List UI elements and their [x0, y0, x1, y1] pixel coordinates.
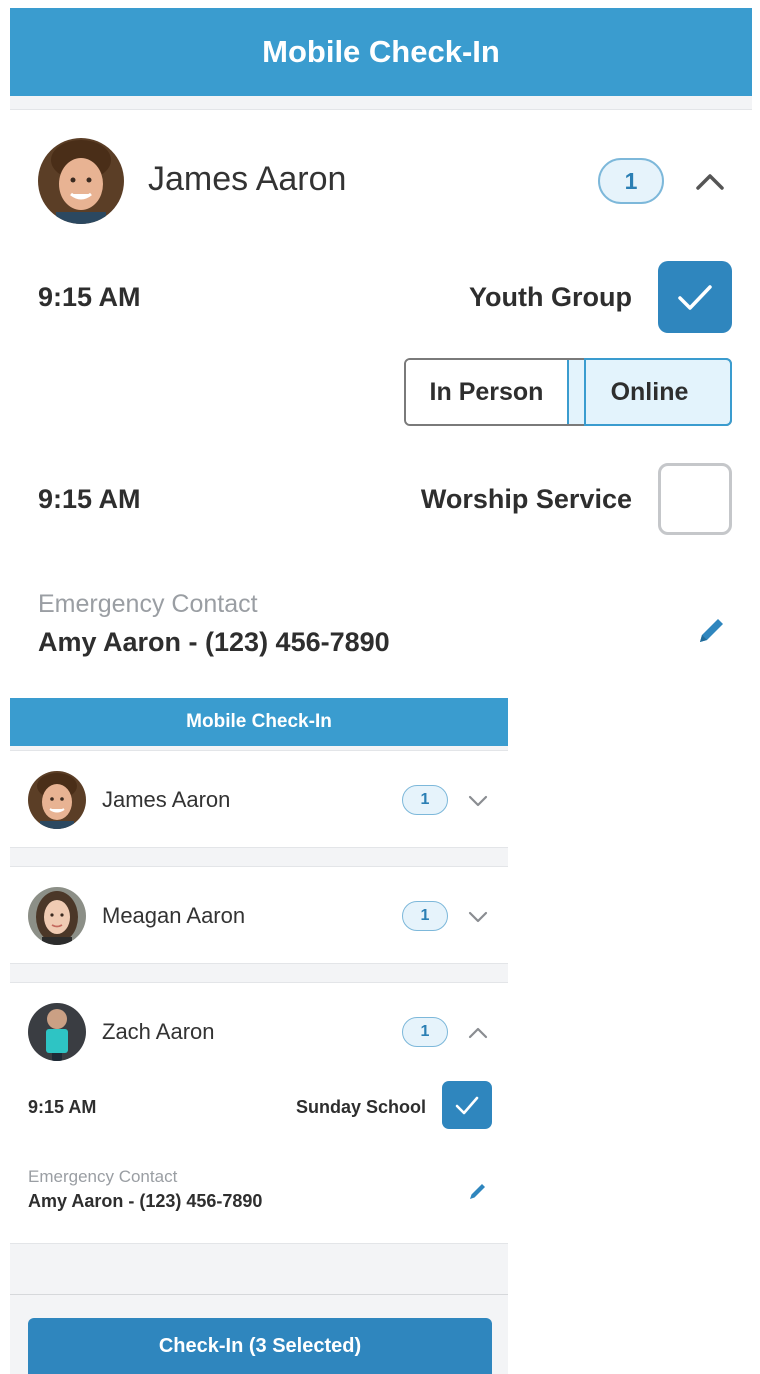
- event-checkbox-youth-group[interactable]: [658, 261, 732, 333]
- person-name[interactable]: James Aaron: [148, 160, 346, 199]
- online-option[interactable]: Online: [567, 360, 730, 424]
- event-time: 9:15 AM: [38, 484, 141, 514]
- emergency-contact-value: Amy Aaron - (123) 456-7890: [38, 627, 390, 657]
- checkmark-icon: [678, 285, 712, 310]
- chevron-down-icon[interactable]: [466, 791, 490, 811]
- in-person-option[interactable]: In Person: [406, 360, 567, 424]
- event-name: Worship Service: [420, 484, 632, 514]
- emergency-contact-label: Emergency Contact: [38, 590, 258, 618]
- person-name: James Aaron: [102, 787, 231, 812]
- person-card[interactable]: James Aaron 1: [10, 750, 508, 848]
- checkin-button[interactable]: Check-In (3 Selected): [28, 1318, 492, 1374]
- chevron-up-icon[interactable]: [690, 164, 730, 198]
- avatar: [28, 1003, 86, 1061]
- chevron-down-icon[interactable]: [466, 907, 490, 927]
- event-time: 9:15 AM: [28, 1097, 97, 1117]
- event-checkbox-worship-service[interactable]: [658, 463, 732, 535]
- person-name[interactable]: Zach Aaron: [102, 1019, 215, 1045]
- bottom-checkin-screen: Mobile Check-In James Aaron 1 Meagan Aar…: [10, 698, 508, 1374]
- emergency-contact-value: Amy Aaron - (123) 456-7890: [28, 1191, 263, 1211]
- avatar: [38, 138, 124, 224]
- footer-divider: [10, 1294, 508, 1295]
- pencil-icon[interactable]: [466, 1179, 490, 1203]
- page-title: Mobile Check-In: [10, 8, 752, 96]
- pencil-icon[interactable]: [692, 612, 730, 650]
- count-badge: 1: [402, 785, 448, 815]
- person-name: Meagan Aaron: [102, 903, 246, 928]
- event-checkbox-sunday-school[interactable]: [442, 1081, 492, 1129]
- checkmark-icon: [455, 1096, 479, 1115]
- page-title: Mobile Check-In: [10, 698, 508, 746]
- event-time: 9:15 AM: [38, 282, 141, 312]
- event-name: Sunday School: [295, 1097, 426, 1117]
- attendance-toggle: In Person Online: [404, 358, 732, 426]
- emergency-contact-label: Emergency Contact: [28, 1167, 178, 1186]
- avatar: [28, 771, 86, 829]
- chevron-up-icon[interactable]: [466, 1023, 490, 1043]
- person-card[interactable]: Meagan Aaron 1: [10, 866, 508, 964]
- header-divider: [10, 96, 752, 110]
- top-checkin-screen: Mobile Check-In James Aaron 1 9:15 AM Yo…: [10, 0, 752, 690]
- count-badge: 1: [402, 1017, 448, 1047]
- count-badge: 1: [598, 158, 664, 204]
- count-badge: 1: [402, 901, 448, 931]
- event-name: Youth Group: [469, 282, 632, 312]
- avatar: [28, 887, 86, 945]
- person-card-expanded: Zach Aaron 1 9:15 AM Sunday School Emerg…: [10, 982, 508, 1244]
